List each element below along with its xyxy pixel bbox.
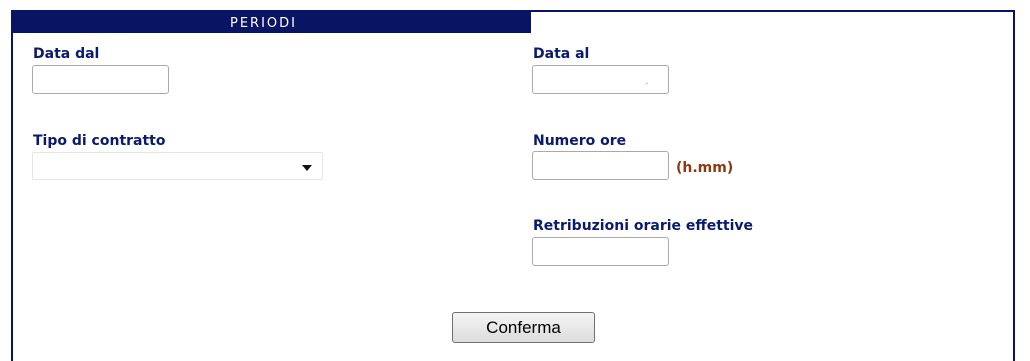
retribuzioni-label: Retribuzioni orarie effettive [533, 218, 754, 234]
numero-ore-label: Numero ore [533, 133, 627, 149]
calendar-hint-icon: ⠂ [645, 80, 651, 89]
section-title: PERIODI [230, 16, 297, 31]
data-dal-input[interactable] [32, 65, 169, 94]
chevron-down-icon [302, 165, 312, 171]
conferma-button[interactable]: Conferma [452, 312, 595, 343]
retribuzioni-input[interactable] [532, 237, 669, 266]
periodi-panel [11, 10, 1015, 361]
tipo-contratto-label: Tipo di contratto [33, 133, 166, 149]
data-al-label: Data al [533, 46, 590, 62]
numero-ore-unit: (h.mm) [676, 160, 734, 176]
numero-ore-input[interactable] [532, 151, 669, 180]
data-dal-label: Data dal [33, 46, 100, 62]
section-header: PERIODI [13, 12, 531, 33]
tipo-contratto-select[interactable] [32, 152, 323, 180]
